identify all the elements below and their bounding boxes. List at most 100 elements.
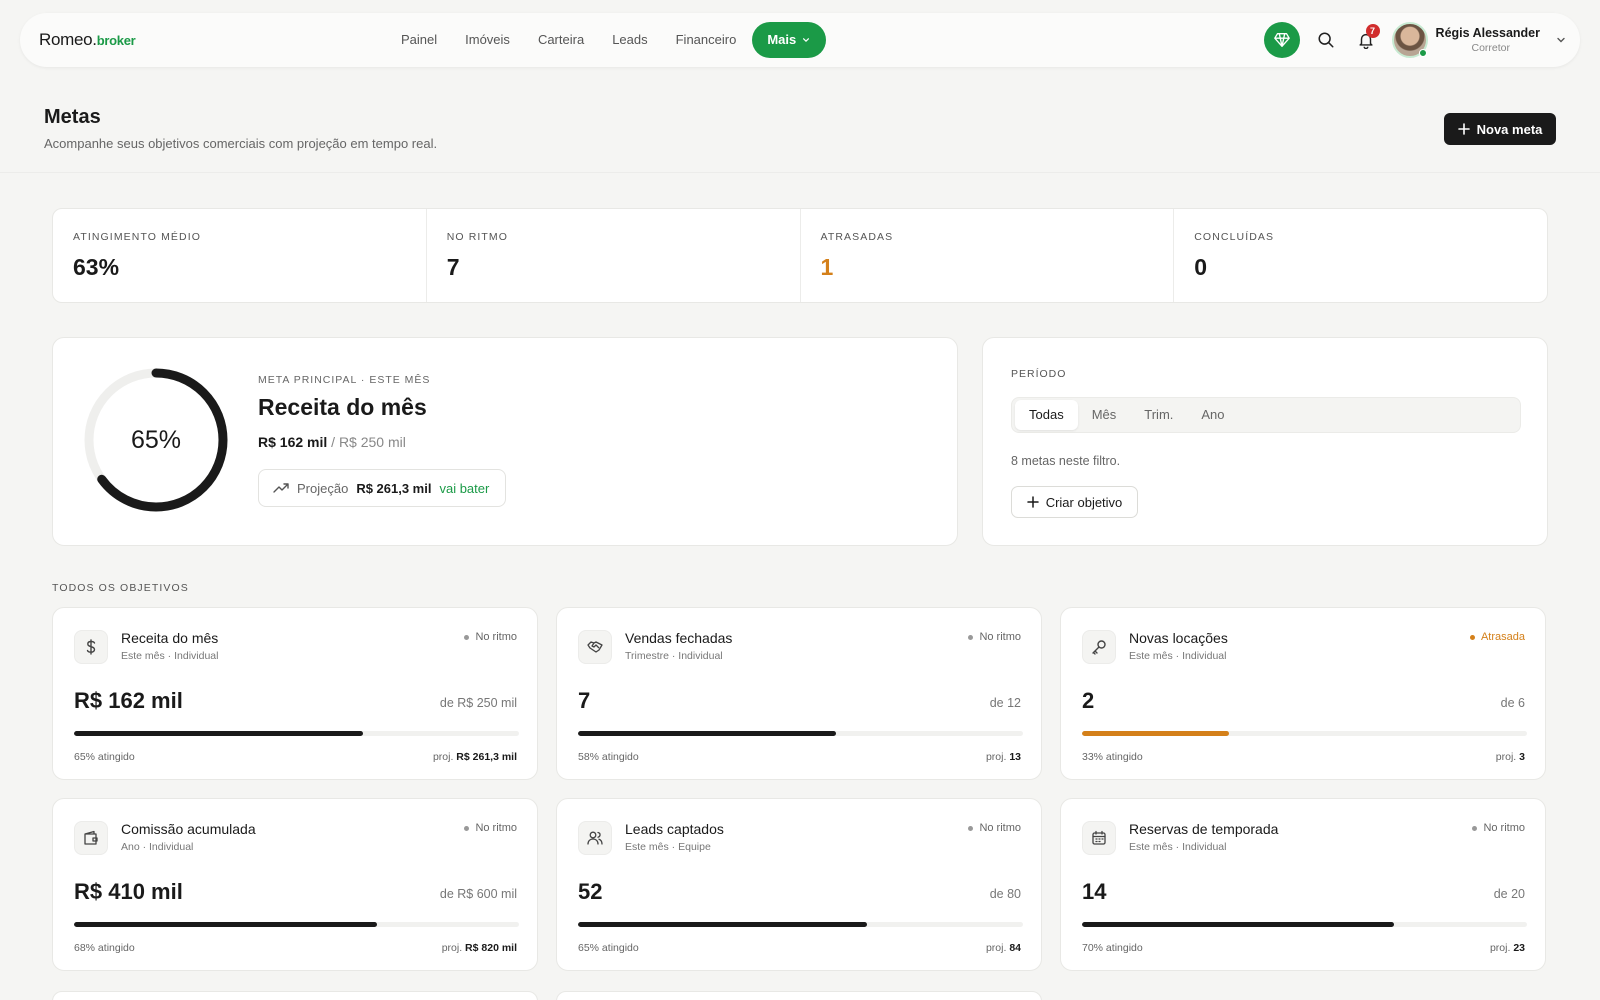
- goal-meta: Este mês · Individual: [121, 650, 219, 662]
- projection-status: vai bater: [439, 480, 490, 496]
- goal-card[interactable]: Vendas fechadas Trimestre · Individual No …: [556, 607, 1042, 780]
- goal-meta: Ano · Individual: [121, 841, 194, 853]
- goal-card-partial[interactable]: [52, 991, 538, 1000]
- goal-progress-fill: [1082, 731, 1229, 736]
- header-divider: [0, 172, 1600, 173]
- goal-projection: proj. 3: [1496, 751, 1525, 763]
- goal-projection: proj. 13: [986, 751, 1021, 763]
- goal-progress-fill: [578, 922, 868, 927]
- user-menu-chevron-icon[interactable]: [1556, 35, 1566, 45]
- goal-projection-label: proj.: [441, 942, 463, 954]
- status-dot: [464, 825, 470, 831]
- goal-projection-value: 23: [1513, 942, 1525, 954]
- goal-card[interactable]: Receita do mês Este mês · Individual No ri…: [52, 607, 538, 780]
- period-option-quarter[interactable]: Trim.: [1130, 400, 1187, 430]
- stat-value: 63%: [73, 254, 120, 280]
- notifications-button[interactable]: 7: [1352, 24, 1380, 54]
- stat-label: ATINGIMENTO MÉDIO: [73, 231, 201, 243]
- nav-more-button[interactable]: Mais: [752, 22, 827, 58]
- goal-card[interactable]: Novas locações Este mês · Individual Atras…: [1060, 607, 1546, 780]
- goal-percent: 65% atingido: [74, 751, 135, 763]
- main-goal-title: Receita do mês: [258, 394, 427, 420]
- goal-progress-fill: [74, 731, 364, 736]
- amount-separator: /: [331, 434, 336, 450]
- status-text: No ritmo: [1483, 822, 1525, 834]
- period-label: PERÍODO: [1011, 368, 1067, 380]
- goal-projection: proj. R$ 820 mil: [442, 942, 517, 954]
- new-goal-button[interactable]: Nova meta: [1444, 113, 1556, 145]
- create-objective-label: Criar objetivo: [1045, 494, 1123, 510]
- main-goal-card[interactable]: 65% META PRINCIPAL · ESTE MÊS Receita do…: [52, 337, 958, 546]
- period-option-month[interactable]: Mês: [1078, 400, 1131, 430]
- goal-percent: 65% atingido: [578, 942, 639, 954]
- nav-item-leads[interactable]: Leads: [598, 22, 661, 58]
- handshake-icon: [587, 641, 603, 653]
- period-option-year[interactable]: Ano: [1187, 400, 1238, 430]
- wallet-icon: [84, 830, 98, 845]
- trend-up-icon: [273, 483, 289, 493]
- main-goal-eyebrow: META PRINCIPAL · ESTE MÊS: [258, 374, 431, 386]
- goal-percent: 68% atingido: [74, 942, 135, 954]
- goal-projection-label: proj.: [432, 751, 454, 763]
- goal-card[interactable]: Leads captados Este mês · Equipe No ritmo 5…: [556, 798, 1042, 971]
- section-label: TODOS OS OBJETIVOS: [52, 582, 189, 594]
- stat-completed: CONCLUÍDAS 0: [1174, 209, 1547, 302]
- stat-value: 7: [446, 254, 460, 280]
- premium-button[interactable]: [1263, 22, 1300, 58]
- brand-logo[interactable]: Romeo.broker: [39, 30, 136, 50]
- goal-card[interactable]: Reservas de temporada Este mês · Individu…: [1060, 798, 1546, 971]
- page-title: Metas: [44, 106, 101, 128]
- goal-projection-label: proj.: [985, 942, 1007, 954]
- stat-on-track: NO RITMO 7: [427, 209, 801, 302]
- main-goal-current: R$ 162 mil: [258, 434, 328, 450]
- goal-current-value: R$ 410 mil: [74, 879, 183, 904]
- goal-card[interactable]: Comissão acumulada Ano · Individual No rit…: [52, 798, 538, 971]
- status-badge: No ritmo: [968, 822, 1021, 834]
- status-dot: [464, 634, 470, 640]
- progress-ring-percent: 65%: [130, 425, 182, 454]
- status-badge: No ritmo: [1472, 822, 1525, 834]
- nav-item-imoveis[interactable]: Imóveis: [451, 22, 524, 58]
- goal-target: de 12: [989, 696, 1021, 710]
- goal-progress-track: [1082, 731, 1527, 736]
- goal-card-partial[interactable]: [556, 991, 1042, 1000]
- goal-progress-track: [578, 922, 1023, 927]
- nav-item-painel[interactable]: Painel: [387, 22, 451, 58]
- goal-current-value: 14: [1082, 879, 1107, 904]
- nav-item-carteira[interactable]: Carteira: [524, 22, 598, 58]
- avatar[interactable]: [1391, 22, 1428, 58]
- goal-target: de 6: [1500, 696, 1525, 710]
- main-nav: Painel Imóveis Carteira Leads Financeiro…: [387, 22, 827, 58]
- status-badge: Atrasada: [1469, 631, 1525, 643]
- period-option-all[interactable]: Todas: [1015, 400, 1078, 430]
- search-button[interactable]: [1312, 26, 1340, 54]
- goal-current-value: R$ 162 mil: [74, 688, 183, 713]
- goal-target: de 80: [989, 887, 1021, 901]
- status-dot: [1472, 825, 1478, 831]
- user-info[interactable]: Régis Alessander Corretor: [1436, 26, 1540, 54]
- goal-progress-fill: [578, 731, 837, 736]
- nav-item-financeiro[interactable]: Financeiro: [662, 22, 751, 58]
- user-role: Corretor: [1471, 42, 1510, 54]
- goal-icon-badge: [578, 630, 612, 664]
- goal-projection-value: 3: [1519, 751, 1525, 763]
- search-icon: [1318, 32, 1334, 48]
- filter-count-text: 8 metas neste filtro.: [1011, 454, 1121, 468]
- stats-summary: ATINGIMENTO MÉDIO 63% NO RITMO 7 ATRASAD…: [52, 208, 1548, 303]
- header-tools: 7 Régis Alessander Corretor: [1263, 21, 1566, 59]
- goal-icon-badge: [1082, 821, 1116, 855]
- create-objective-button[interactable]: Criar objetivo: [1011, 486, 1138, 518]
- gem-icon: [1273, 33, 1290, 47]
- goal-projection-value: 13: [1009, 751, 1021, 763]
- goal-meta: Este mês · Individual: [1129, 650, 1227, 662]
- goal-meta: Este mês · Equipe: [625, 841, 711, 853]
- goal-current-value: 7: [578, 688, 591, 713]
- status-dot: [968, 634, 974, 640]
- goal-projection: proj. 23: [1490, 942, 1525, 954]
- goal-current-value: 2: [1082, 688, 1095, 713]
- plus-icon: [1457, 123, 1470, 135]
- goal-projection-value: 84: [1009, 942, 1021, 954]
- goal-target: de R$ 600 mil: [439, 887, 517, 901]
- goal-percent: 70% atingido: [1082, 942, 1143, 954]
- goal-icon-badge: [1082, 630, 1116, 664]
